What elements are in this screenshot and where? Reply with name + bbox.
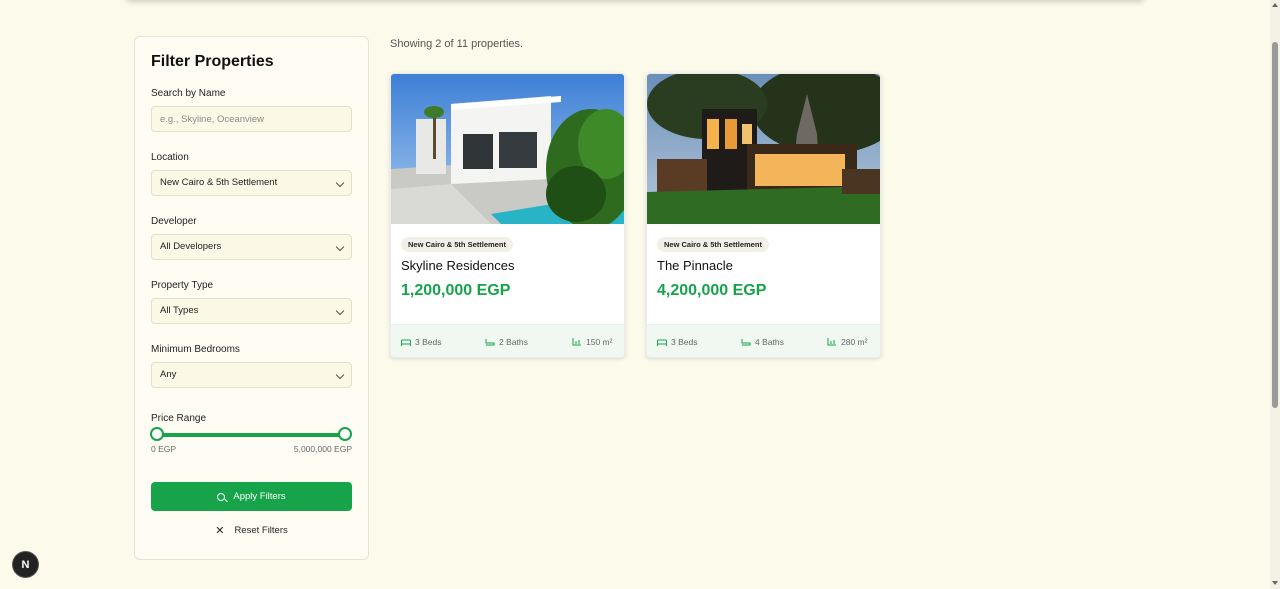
area-feature: 150 m² [572, 337, 612, 347]
location-select[interactable]: New Cairo & 5th Settlement [151, 170, 352, 196]
search-label: Search by Name [151, 88, 226, 99]
badge-letter: N [21, 558, 30, 571]
scroll-up-arrow-icon[interactable] [1272, 3, 1278, 7]
baths-count: 2 Baths [499, 337, 528, 347]
bedrooms-label: Minimum Bedrooms [151, 344, 240, 355]
price-slider-max-handle[interactable] [338, 427, 352, 441]
baths-feature: 4 Baths [741, 337, 784, 347]
filter-title: Filter Properties [151, 53, 274, 70]
developer-label: Developer [151, 216, 197, 227]
location-select-value: New Cairo & 5th Settlement [160, 177, 278, 188]
price-min-label: 0 EGP [151, 444, 177, 454]
property-card[interactable]: New Cairo & 5th Settlement The Pinnacle … [646, 73, 881, 358]
developer-select[interactable]: All Developers [151, 234, 352, 260]
reset-filters-button[interactable]: ✕ Reset Filters [151, 520, 352, 540]
scrollbar-thumb[interactable] [1272, 42, 1278, 408]
property-price: 4,200,000 EGP [657, 282, 767, 299]
beds-feature: 3 Beds [657, 337, 697, 347]
area-icon [572, 338, 581, 346]
reset-filters-label: Reset Filters [234, 524, 288, 536]
property-price: 1,200,000 EGP [401, 282, 511, 299]
property-name: The Pinnacle [657, 258, 733, 273]
beds-count: 3 Beds [415, 337, 442, 347]
area-size: 280 m² [841, 337, 868, 347]
chevron-down-icon [335, 178, 345, 188]
property-type-select-value: All Types [160, 305, 199, 316]
apply-filters-button[interactable]: Apply Filters [151, 482, 352, 511]
baths-feature: 2 Baths [485, 337, 528, 347]
search-icon [217, 492, 226, 501]
chevron-down-icon [335, 306, 345, 316]
property-features: 3 Beds 2 Baths 150 m² [391, 324, 624, 357]
bed-icon [657, 339, 667, 346]
property-type-select[interactable]: All Types [151, 298, 352, 324]
scroll-down-arrow-icon[interactable] [1272, 581, 1278, 585]
bedrooms-select-value: Any [160, 369, 177, 380]
bath-icon [741, 339, 751, 346]
property-type-label: Property Type [151, 280, 214, 291]
property-image [391, 74, 624, 224]
price-slider-track[interactable] [157, 433, 345, 437]
beds-count: 3 Beds [671, 337, 698, 347]
filter-panel: Filter Properties Search by Name Locatio… [134, 36, 369, 560]
location-label: Location [151, 152, 189, 163]
apply-filters-label: Apply Filters [233, 491, 286, 502]
close-icon: ✕ [215, 524, 225, 537]
bedrooms-select[interactable]: Any [151, 362, 352, 388]
property-card[interactable]: New Cairo & 5th Settlement Skyline Resid… [390, 73, 625, 358]
location-tag: New Cairo & 5th Settlement [401, 237, 513, 252]
beds-feature: 3 Beds [401, 337, 441, 347]
price-range-label: Price Range [151, 413, 207, 424]
chevron-down-icon [335, 370, 345, 380]
property-name: Skyline Residences [401, 258, 515, 273]
results-count: Showing 2 of 11 properties. [390, 38, 524, 50]
property-image [647, 74, 880, 224]
area-size: 150 m² [586, 337, 613, 347]
area-feature: 280 m² [827, 337, 867, 347]
area-icon [827, 338, 836, 346]
nextjs-dev-badge[interactable]: N [13, 552, 38, 577]
price-slider-min-handle[interactable] [150, 427, 164, 441]
chevron-down-icon [335, 242, 345, 252]
bath-icon [485, 339, 495, 346]
baths-count: 4 Baths [755, 337, 784, 347]
search-input[interactable] [151, 106, 352, 132]
location-tag: New Cairo & 5th Settlement [657, 237, 769, 252]
property-features: 3 Beds 4 Baths 280 m² [647, 324, 880, 357]
developer-select-value: All Developers [160, 241, 222, 252]
bed-icon [401, 339, 411, 346]
price-max-label: 5,000,000 EGP [293, 444, 352, 454]
